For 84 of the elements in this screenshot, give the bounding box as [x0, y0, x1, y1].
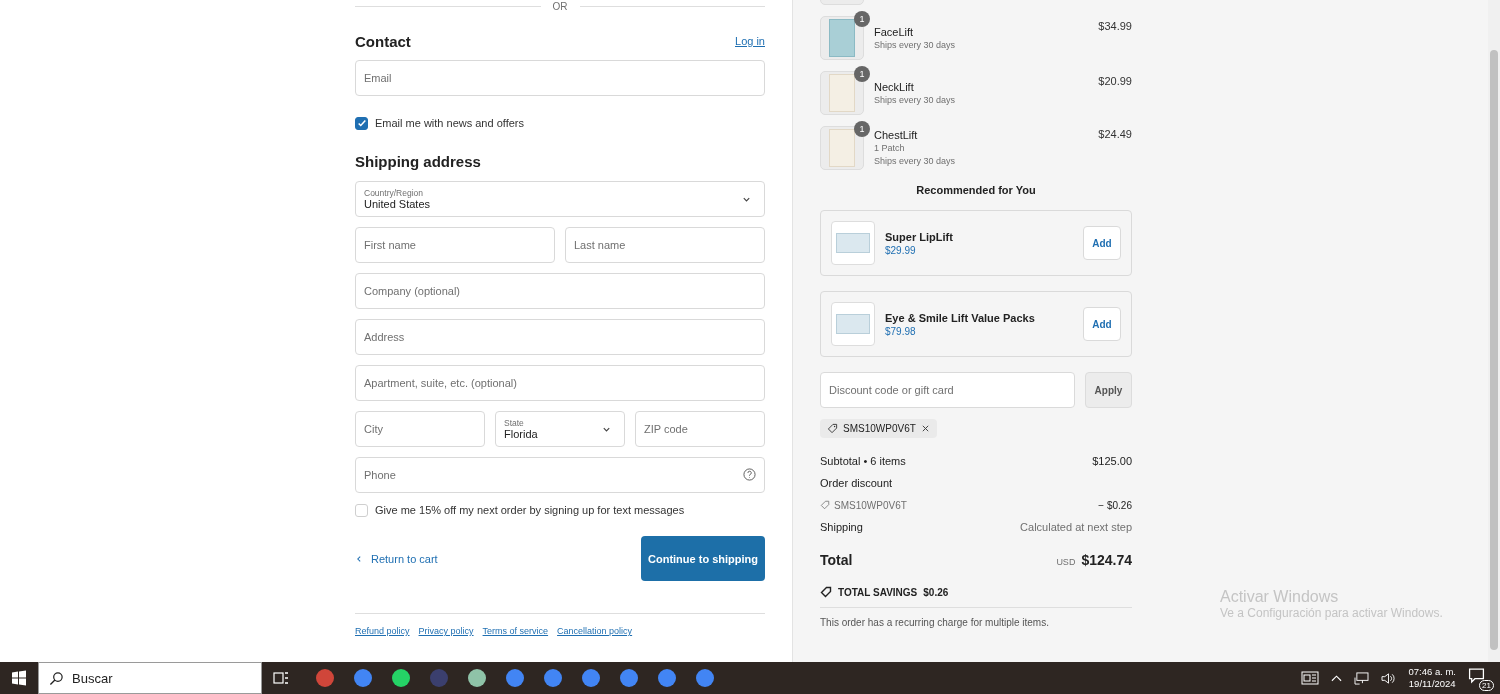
state-select[interactable]: State Florida [495, 411, 625, 447]
tag-icon [827, 423, 838, 434]
checkbox-label: Give me 15% off my next order by signing up for text messages [375, 504, 685, 516]
subtotal-value: $125.00 [1092, 455, 1132, 467]
product-price: $79.98 [885, 325, 917, 337]
phone-field[interactable]: Phone [355, 457, 765, 493]
product-thumbnail [820, 16, 864, 60]
chevron-left-icon [355, 554, 363, 563]
product-detail: Ships every 30 days [874, 38, 957, 52]
discount-code: SMS10WP0V6T [834, 499, 907, 511]
shipping-value: Calculated at next step [1020, 521, 1132, 533]
policy-link[interactable]: Terms of service [482, 626, 549, 636]
help-icon[interactable] [743, 468, 756, 481]
news-widget-icon[interactable] [1301, 671, 1320, 685]
clock-time[interactable]: 07:46 a. m. [1408, 666, 1456, 678]
policy-link[interactable]: Privacy policy [418, 626, 474, 636]
savings-label: TOTAL SAVINGS [838, 586, 918, 598]
windows-start-icon[interactable] [11, 670, 27, 686]
currency-label: USD [1056, 557, 1076, 567]
product-thumbnail [831, 302, 875, 346]
country-select[interactable]: Country/Region United States [355, 181, 765, 217]
subtotal-label: Subtotal • 6 items [820, 455, 906, 467]
notifications-icon[interactable] [1468, 667, 1485, 684]
discount-code-field[interactable]: Discount code or gift card [820, 372, 1075, 408]
volume-icon[interactable] [1381, 671, 1397, 685]
policy-link[interactable]: Cancellation policy [557, 626, 633, 636]
add-button[interactable]: Add [1083, 307, 1121, 341]
city-field[interactable]: City [355, 411, 485, 447]
product-name: FaceLift [874, 24, 915, 39]
search-icon [49, 670, 64, 686]
network-icon[interactable] [1354, 671, 1370, 685]
divider-label: OR [552, 0, 568, 12]
quantity-badge: 1 [854, 66, 870, 82]
close-icon[interactable] [920, 424, 930, 433]
chevron-up-icon[interactable] [1331, 674, 1343, 682]
tag-icon [820, 500, 830, 510]
tag-icon [820, 586, 832, 598]
recurring-charge-note: This order has a recurring charge for multiple items. [820, 616, 1050, 630]
discount-amount: − $0.26 [1098, 499, 1132, 511]
zip-field[interactable]: ZIP code [635, 411, 765, 447]
product-price: $24.49 [1098, 128, 1132, 140]
product-thumbnail [820, 71, 864, 115]
product-thumbnail [820, 126, 864, 170]
product-detail: 1 Patch [874, 142, 906, 155]
quantity-badge: 1 [854, 121, 870, 137]
add-button[interactable]: Add [1083, 226, 1121, 260]
product-price: $20.99 [1098, 75, 1132, 87]
product-price: $34.99 [1098, 20, 1132, 32]
product-name: Eye & Smile Lift Value Packs [885, 311, 1036, 324]
scrollbar[interactable] [1488, 0, 1500, 662]
notification-count-badge: 21 [1479, 680, 1494, 691]
checkbox-label: Email me with news and offers [375, 117, 524, 129]
product-name: Super LipLift [885, 230, 954, 243]
section-heading: Contact [355, 32, 411, 50]
product-detail: Ships every 30 days [874, 155, 957, 168]
task-view-icon[interactable] [273, 670, 289, 686]
continue-to-shipping-button[interactable]: Continue to shipping [641, 536, 765, 581]
apply-button[interactable]: Apply [1085, 372, 1132, 408]
product-name: NeckLift [874, 79, 915, 94]
return-to-cart-link[interactable]: Return to cart [355, 552, 438, 565]
shipping-label: Shipping [820, 521, 863, 533]
savings-value: $0.26 [923, 586, 949, 598]
apartment-field[interactable]: Apartment, suite, etc. (optional) [355, 365, 765, 401]
last-name-field[interactable]: Last name [565, 227, 765, 263]
discount-code: SMS10WP0V6T [843, 423, 916, 434]
email-field[interactable]: Email [355, 60, 765, 96]
first-name-field[interactable]: First name [355, 227, 555, 263]
section-heading: Shipping address [355, 152, 482, 172]
product-thumbnail [831, 221, 875, 265]
taskbar-search-field[interactable]: Buscar [38, 662, 262, 694]
total-value: $124.74 [1081, 552, 1132, 568]
company-field[interactable]: Company (optional) [355, 273, 765, 309]
login-link[interactable]: Log in [735, 35, 765, 47]
recommendations-heading: Recommended for You [915, 184, 1037, 198]
total-label: Total [820, 552, 853, 568]
clock-date[interactable]: 19/11/2024 [1408, 678, 1456, 690]
policy-link[interactable]: Refund policy [355, 626, 410, 636]
product-price: $29.99 [885, 244, 917, 256]
checkbox[interactable] [355, 116, 368, 130]
product-name: ChestLift [874, 128, 919, 142]
product-detail: Ships every 30 days [874, 93, 957, 107]
quantity-badge: 1 [854, 11, 870, 27]
order-discount-label: Order discount [820, 477, 893, 489]
address-field[interactable]: Address [355, 319, 765, 355]
